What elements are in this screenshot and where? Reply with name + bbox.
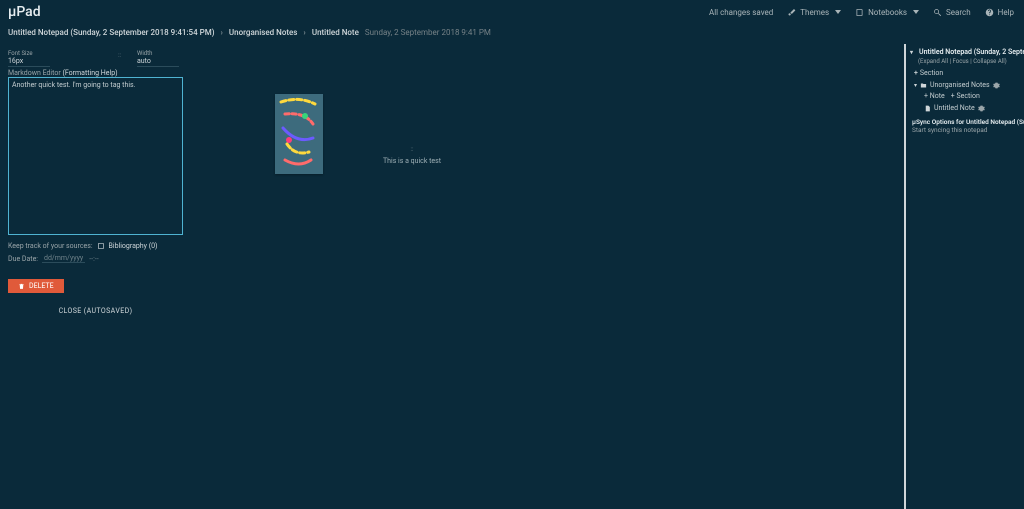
- plus-icon: +: [951, 92, 955, 100]
- chevron-down-icon: [913, 10, 919, 14]
- bibliography-link[interactable]: Bibliography (0): [109, 242, 158, 250]
- plus-icon: +: [914, 69, 918, 77]
- sync-start-link[interactable]: Start syncing this notepad: [912, 126, 1020, 134]
- markdown-textarea[interactable]: [8, 77, 183, 235]
- tree-section-item[interactable]: ▾ Unorganised Notes: [914, 81, 1020, 89]
- crumb-note[interactable]: Untitled Note: [312, 28, 359, 37]
- themes-label: Themes: [800, 8, 829, 17]
- chevron-down-icon: [835, 10, 841, 14]
- chevron-down-icon: ▾: [910, 49, 913, 56]
- crumb-section[interactable]: Unorganised Notes: [229, 28, 298, 37]
- font-size-input[interactable]: 16px: [8, 57, 50, 67]
- tree-add-row: + Note + Section: [924, 92, 1020, 100]
- chevron-right-icon: ›: [221, 28, 223, 37]
- due-date-label: Due Date:: [8, 255, 38, 263]
- markdown-editor-label: Markdown Editor (Formatting Help): [8, 69, 179, 77]
- plus-icon: +: [924, 92, 928, 100]
- themes-menu[interactable]: Themes: [787, 8, 841, 17]
- tree-notepad-title[interactable]: ▾ Untitled Notepad (Sunday, 2 September …: [910, 48, 1020, 56]
- search-button[interactable]: Search: [933, 8, 971, 17]
- canvas-text-element[interactable]: :: This is a quick test: [371, 144, 453, 165]
- close-button[interactable]: CLOSE (AUTOSAVED): [8, 307, 183, 315]
- help-label: Help: [998, 8, 1014, 17]
- bibliography-row: Keep track of your sources: Bibliography…: [8, 242, 179, 250]
- help-button[interactable]: Help: [985, 8, 1014, 17]
- book-icon: [855, 8, 864, 17]
- drag-handle-icon[interactable]: ::: [118, 52, 121, 59]
- drawing-icon: [275, 94, 323, 174]
- tree-title-text: Untitled Notepad (Sunday, 2 September 2…: [919, 48, 1024, 56]
- bibliography-prefix: Keep track of your sources:: [8, 242, 93, 250]
- folder-icon: [920, 82, 927, 89]
- breadcrumb: Untitled Notepad (Sunday, 2 September 20…: [0, 24, 1024, 40]
- chevron-right-icon: ›: [303, 28, 305, 37]
- editor-panel: Font Size 16px :: Width auto Markdown Ed…: [0, 44, 185, 509]
- gear-icon[interactable]: [993, 82, 1000, 89]
- add-section-label: Section: [920, 69, 943, 77]
- drag-handle-icon[interactable]: ::: [371, 146, 453, 153]
- canvas-text-content: This is a quick test: [371, 157, 453, 165]
- help-icon: [985, 8, 994, 17]
- add-note-button[interactable]: + Note: [924, 92, 945, 100]
- search-label: Search: [946, 8, 971, 17]
- main-container: Font Size 16px :: Width auto Markdown Ed…: [0, 44, 1024, 509]
- brand-logo: µPad: [8, 4, 41, 20]
- due-date-row: Due Date: dd/mm/yyyy --:--: [8, 254, 179, 263]
- save-status: All changes saved: [709, 8, 773, 17]
- notebooks-label: Notebooks: [868, 8, 907, 17]
- font-size-label: Font Size: [8, 50, 50, 57]
- formatting-help-link[interactable]: (Formatting Help): [62, 69, 117, 77]
- width-input[interactable]: auto: [137, 57, 179, 67]
- save-status-text: All changes saved: [709, 8, 773, 17]
- add-subsection-button[interactable]: + Section: [951, 92, 980, 100]
- due-date-input[interactable]: dd/mm/yyyy: [42, 254, 85, 263]
- tree-section-label: Unorganised Notes: [930, 81, 990, 89]
- canvas-drawing-element[interactable]: [275, 94, 323, 174]
- file-icon: [924, 105, 931, 112]
- delete-button-label: DELETE: [29, 282, 54, 290]
- tree-note-label: Untitled Note: [934, 104, 975, 112]
- width-label: Width: [137, 50, 179, 57]
- gear-icon[interactable]: [978, 105, 985, 112]
- book-icon: [97, 242, 105, 250]
- crumb-notepad[interactable]: Untitled Notepad (Sunday, 2 September 20…: [8, 28, 215, 37]
- outline-sidebar: ▾ Untitled Notepad (Sunday, 2 September …: [904, 44, 1024, 509]
- tree-controls[interactable]: (Expand All | Focus | Collapse All): [918, 58, 1020, 65]
- crumb-timestamp: Sunday, 2 September 2018 9:41 PM: [365, 28, 491, 37]
- trash-icon: [18, 283, 25, 290]
- due-time-input[interactable]: --:--: [89, 255, 98, 263]
- note-canvas[interactable]: :: This is a quick test: [185, 44, 902, 509]
- add-section-button[interactable]: + Section: [914, 69, 1020, 77]
- chevron-down-icon: ▾: [914, 82, 917, 89]
- tree-note-item[interactable]: Untitled Note: [924, 104, 1020, 112]
- topbar: µPad All changes saved Themes Notebooks …: [0, 0, 1024, 24]
- sync-heading: µSync Options for Untitled Notepad (Sund…: [912, 118, 1020, 126]
- notebooks-menu[interactable]: Notebooks: [855, 8, 919, 17]
- paintbrush-icon: [787, 8, 796, 17]
- search-icon: [933, 8, 942, 17]
- delete-button[interactable]: DELETE: [8, 279, 64, 293]
